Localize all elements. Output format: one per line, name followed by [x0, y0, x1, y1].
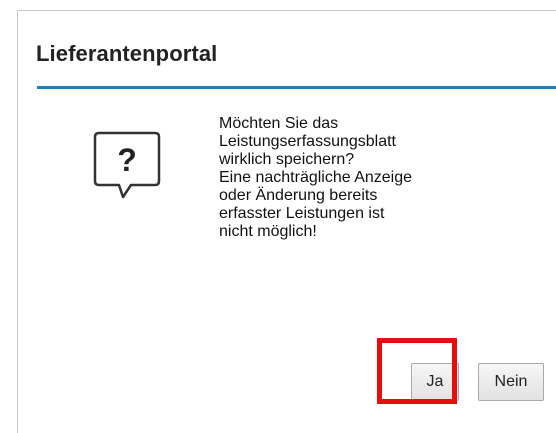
question-speech-bubble-icon: ?: [93, 131, 161, 199]
message-line: Leistungserfassungsblatt: [219, 133, 396, 150]
message-line: oder Änderung bereits: [219, 187, 378, 204]
no-button[interactable]: Nein: [478, 363, 544, 401]
svg-text:?: ?: [117, 142, 137, 178]
title-divider: [37, 86, 556, 89]
message-line: Möchten Sie das: [219, 115, 339, 132]
yes-button[interactable]: Ja: [411, 363, 459, 401]
dialog-title: Lieferantenportal: [36, 41, 218, 66]
screen: Lieferantenportal ? Möchten Sie das Leis…: [0, 0, 556, 433]
message-line: erfasster Leistungen ist: [219, 205, 385, 222]
message-line: wirklich speichern?: [219, 151, 355, 168]
message-line: nicht möglich!: [219, 223, 317, 240]
confirm-dialog: Lieferantenportal ? Möchten Sie das Leis…: [17, 10, 556, 433]
dialog-message: Möchten Sie das Leistungserfassungsblatt…: [219, 115, 519, 241]
message-line: Eine nachträgliche Anzeige: [219, 169, 413, 186]
